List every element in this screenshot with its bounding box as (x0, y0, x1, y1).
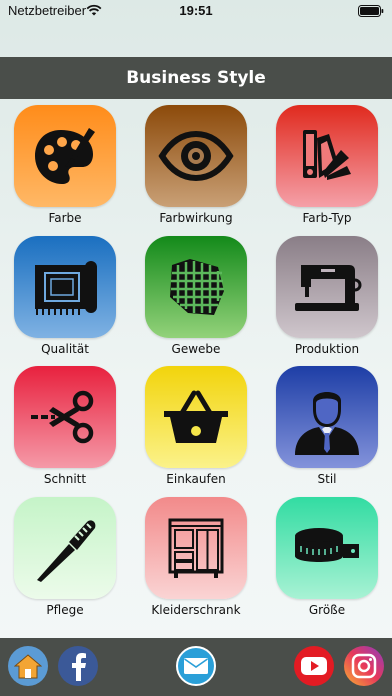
tile-schnitt[interactable]: Schnitt (14, 366, 116, 486)
home-icon (14, 654, 42, 679)
tile-einkaufen[interactable]: Einkaufen (145, 366, 247, 486)
tile-label: Stil (317, 472, 337, 486)
tile-label: Größe (308, 603, 346, 617)
measuring-tape-icon (295, 528, 359, 562)
header-bar: Business Style (0, 57, 392, 99)
tile-stil[interactable]: Stil (276, 366, 378, 486)
tile-label: Gewebe (171, 342, 221, 356)
facebook-icon (72, 653, 86, 681)
tile-icon-button[interactable] (14, 366, 116, 468)
brush-icon (37, 520, 96, 582)
page-title: Business Style (126, 68, 266, 88)
woven-fabric-icon (170, 259, 224, 315)
tile-label: Einkaufen (166, 472, 226, 486)
tile-icon-button[interactable] (276, 366, 378, 468)
battery-icon (358, 5, 384, 17)
tile-icon-button[interactable] (14, 105, 116, 207)
tile-farb-typ[interactable]: Farb-Typ (276, 105, 378, 225)
tile-label: Kleiderschrank (151, 603, 241, 617)
tile-icon-button[interactable] (145, 236, 247, 338)
tile-icon-button[interactable] (145, 366, 247, 468)
mail-icon (184, 658, 208, 674)
bottom-toolbar (0, 638, 392, 696)
tile-farbwirkung[interactable]: Farbwirkung (145, 105, 247, 225)
tile-icon-button[interactable] (276, 497, 378, 599)
tile-farbe[interactable]: Farbe (14, 105, 116, 225)
eye-icon (158, 130, 234, 182)
color-fan-icon (303, 130, 351, 180)
wardrobe-icon (168, 518, 224, 578)
tile-gewebe[interactable]: Gewebe (145, 236, 247, 356)
clock: 19:51 (179, 3, 213, 18)
tile-label: Produktion (294, 342, 360, 356)
sewing-machine-icon (295, 265, 362, 311)
tile-groesse[interactable]: Größe (276, 497, 378, 617)
tile-icon-button[interactable] (145, 105, 247, 207)
tile-label: Farb-Typ (302, 211, 352, 225)
palette-icon (35, 128, 95, 184)
instagram-icon (351, 653, 377, 679)
tile-label: Qualität (41, 342, 89, 356)
tile-icon-button[interactable] (276, 236, 378, 338)
tile-pflege[interactable]: Pflege (14, 497, 116, 617)
status-bar: Netzbetreiber 19:51 (0, 0, 392, 22)
tile-label: Schnitt (43, 472, 87, 486)
mail-button[interactable] (176, 646, 216, 686)
tile-label: Farbwirkung (159, 211, 233, 225)
home-button[interactable] (8, 646, 48, 686)
scissors-icon (31, 390, 94, 444)
tile-icon-button[interactable] (145, 497, 247, 599)
facebook-button[interactable] (58, 646, 98, 686)
shopping-basket-icon (164, 390, 228, 443)
tile-label: Pflege (46, 603, 84, 617)
businessman-icon (295, 392, 359, 455)
tile-icon-button[interactable] (14, 497, 116, 599)
youtube-button[interactable] (294, 646, 334, 686)
tile-label: Farbe (48, 211, 82, 225)
tile-icon-button[interactable] (14, 236, 116, 338)
tile-produktion[interactable]: Produktion (276, 236, 378, 356)
tile-kleiderschrank[interactable]: Kleiderschrank (145, 497, 247, 617)
instagram-button[interactable] (344, 646, 384, 686)
fabric-roll-icon (35, 261, 97, 315)
youtube-icon (301, 657, 327, 675)
tile-qualitaet[interactable]: Qualität (14, 236, 116, 356)
tile-icon-button[interactable] (276, 105, 378, 207)
